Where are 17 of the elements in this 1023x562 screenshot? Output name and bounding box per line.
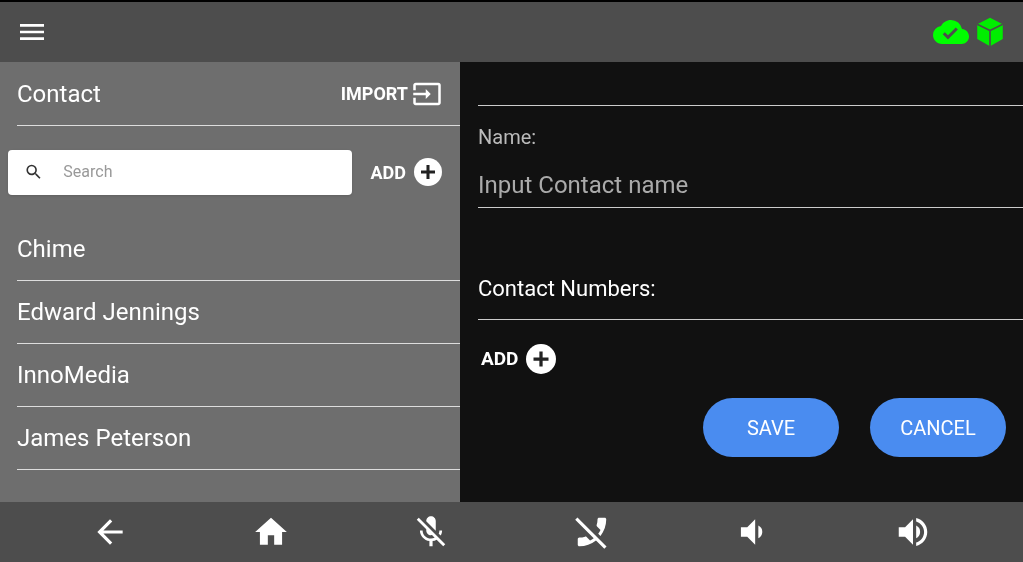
add-icon bbox=[526, 344, 557, 374]
add-icon bbox=[414, 158, 442, 186]
contact-item[interactable]: Chime bbox=[17, 218, 460, 281]
add-number-button[interactable]: ADD bbox=[478, 344, 557, 374]
save-button[interactable]: SAVE bbox=[703, 398, 839, 457]
contact-item[interactable]: InnoMedia bbox=[17, 344, 460, 407]
sidebar-title: Contact bbox=[17, 78, 101, 110]
contact-numbers-label: Contact Numbers: bbox=[478, 275, 656, 303]
contact-item[interactable]: James Peterson bbox=[17, 407, 460, 470]
add-button[interactable]: ADD bbox=[370, 158, 442, 186]
name-field[interactable]: Input Contact name bbox=[478, 162, 1023, 208]
name-label: Name: bbox=[478, 124, 538, 151]
search-field[interactable]: Search bbox=[63, 160, 352, 184]
cancel-button[interactable]: CANCEL bbox=[870, 398, 1006, 457]
contact-item[interactable]: Edward Jennings bbox=[17, 281, 460, 344]
search-bar[interactable]: Search bbox=[8, 149, 352, 195]
import-button[interactable]: IMPORT bbox=[340, 78, 442, 109]
